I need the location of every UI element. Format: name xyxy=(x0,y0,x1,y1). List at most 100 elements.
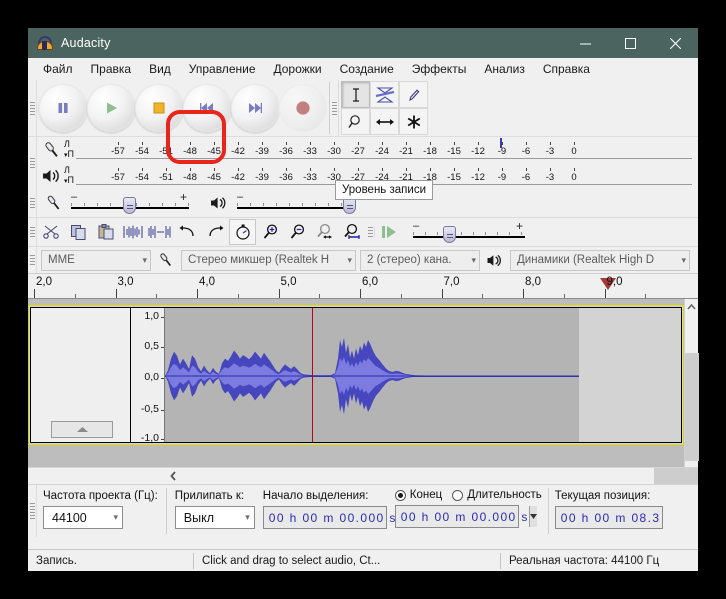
recording-device-combo[interactable]: Стерео микшер (Realtek H ▾ xyxy=(181,250,356,271)
playback-device-combo[interactable]: Динамики (Realtek High D ▾ xyxy=(510,250,690,271)
transport-toolbar-grip[interactable] xyxy=(28,80,37,136)
audio-position-value: 00 h 00 m 08.3 xyxy=(561,511,661,525)
fit-selection-button[interactable] xyxy=(311,219,338,245)
track-vertical-ruler: 1,00,50,0-0,5-1,0 xyxy=(131,308,165,442)
speaker-icon xyxy=(37,167,67,185)
play-button[interactable] xyxy=(87,84,135,132)
waveform-display[interactable] xyxy=(165,308,681,442)
edit-toolbar-grip[interactable] xyxy=(28,218,37,246)
recording-meter-grip[interactable] xyxy=(28,137,37,189)
recording-volume-slider[interactable]: – + xyxy=(71,192,189,214)
selection-end-field[interactable]: 00 h 00 m 00.000 s xyxy=(395,505,519,528)
snap-to-value: Выкл xyxy=(184,511,214,525)
toolbar-row-transport xyxy=(28,80,698,136)
window-controls xyxy=(563,28,698,58)
trim-audio-button[interactable] xyxy=(119,219,146,245)
record-button[interactable] xyxy=(279,84,327,132)
selection-end-value: 00 h 00 m 00.000 s xyxy=(401,510,529,524)
recording-channels-combo[interactable]: 2 (стерео) кана. ▾ xyxy=(360,250,480,271)
audio-host-combo[interactable]: MME ▾ xyxy=(41,250,151,271)
vertical-ruler-label: 0,0 xyxy=(144,371,159,383)
timeshift-tool[interactable] xyxy=(370,108,399,135)
vertical-scrollbar[interactable] xyxy=(684,299,698,467)
recording-volume-thumb[interactable] xyxy=(123,197,136,214)
chevron-down-icon: ▾ xyxy=(347,255,352,266)
play-at-speed-grip[interactable] xyxy=(366,227,375,237)
chevron-down-icon: ▾ xyxy=(142,255,147,266)
audio-position-field[interactable]: 00 h 00 m 08.3 xyxy=(555,506,663,529)
selection-toolbar-grip[interactable] xyxy=(28,485,37,537)
chevron-down-icon: ▾ xyxy=(113,512,118,523)
mixer-toolbar-grip[interactable] xyxy=(28,189,37,217)
silence-audio-button[interactable] xyxy=(146,219,173,245)
chevron-down-icon[interactable] xyxy=(529,506,537,527)
device-toolbar: MME ▾ Стерео микшер (Realtek H xyxy=(37,247,699,273)
skip-to-start-button[interactable] xyxy=(183,84,231,132)
end-radio-button[interactable] xyxy=(395,490,406,501)
recording-meter-toolbar[interactable]: Л ▾П -57-54-51-48-45-42-39-36-33-30-27-2… xyxy=(37,137,698,163)
microphone-icon xyxy=(153,251,179,269)
redo-button[interactable] xyxy=(201,219,228,245)
channel-labels-recording: Л ▾П xyxy=(64,140,74,160)
project-rate-combo[interactable]: 44100 ▾ xyxy=(43,506,123,529)
horizontal-scrollbar[interactable] xyxy=(28,467,698,484)
audio-position-group: Текущая позиция: 00 h 00 m 08.3 xyxy=(549,485,663,529)
horizontal-scroll-thumb[interactable] xyxy=(28,468,640,485)
undo-button[interactable] xyxy=(174,219,201,245)
scroll-up-button[interactable] xyxy=(685,299,698,315)
menu-item-generate[interactable]: Создание xyxy=(331,60,403,78)
project-rate-value: 44100 xyxy=(52,511,87,525)
minimize-button[interactable] xyxy=(563,28,608,58)
envelope-tool[interactable] xyxy=(370,81,399,108)
zoom-in-button[interactable] xyxy=(257,219,284,245)
pause-button[interactable] xyxy=(39,84,87,132)
draw-tool[interactable] xyxy=(399,81,428,108)
paste-button[interactable] xyxy=(92,219,119,245)
copy-button[interactable] xyxy=(65,219,92,245)
fit-project-button[interactable] xyxy=(338,219,365,245)
menu-item-view[interactable]: Вид xyxy=(140,60,180,78)
selection-tool[interactable] xyxy=(341,81,370,108)
playback-speed-thumb[interactable] xyxy=(443,226,456,243)
menu-item-analyze[interactable]: Анализ xyxy=(475,60,534,78)
stop-button[interactable] xyxy=(135,84,183,132)
device-toolbar-grip[interactable] xyxy=(28,247,37,273)
playback-speed-slider[interactable]: – + xyxy=(413,221,525,243)
toolbar-row-device: MME ▾ Стерео микшер (Realtek H xyxy=(28,247,698,273)
scroll-left-button[interactable] xyxy=(166,468,180,485)
snap-to-label: Прилипать к: xyxy=(175,490,255,502)
edit-cursor xyxy=(312,308,313,442)
menu-item-edit[interactable]: Правка xyxy=(82,60,141,78)
waveform-path xyxy=(165,308,579,442)
play-at-speed-button[interactable] xyxy=(375,219,407,245)
sync-lock-button[interactable] xyxy=(229,219,256,245)
length-radio-button[interactable] xyxy=(452,490,463,501)
multi-tool[interactable] xyxy=(399,108,428,135)
snap-to-combo[interactable]: Выкл ▾ xyxy=(175,506,255,529)
title-bar: Audacity xyxy=(28,28,698,58)
timeline-ruler[interactable]: 2,03,04,05,06,07,08,09,0 xyxy=(28,273,698,299)
zoom-tool[interactable] xyxy=(341,108,370,135)
close-button[interactable] xyxy=(653,28,698,58)
tools-toolbar-grip[interactable] xyxy=(330,80,339,136)
cut-button[interactable] xyxy=(37,219,64,245)
track-control-panel[interactable] xyxy=(31,308,131,442)
menu-item-help[interactable]: Справка xyxy=(534,60,599,78)
toolbar-row-edit: – + xyxy=(28,218,698,246)
track-collapse-button[interactable] xyxy=(51,421,113,438)
audacity-logo-icon xyxy=(37,35,53,51)
zoom-out-button[interactable] xyxy=(284,219,311,245)
tools-toolbar xyxy=(341,81,428,136)
vertical-scroll-thumb[interactable] xyxy=(685,353,699,461)
selection-start-field[interactable]: 00 h 00 m 00.000 s xyxy=(263,506,387,529)
selection-end-group: Конец Длительность 00 h 00 m 00.000 s xyxy=(387,485,542,528)
horizontal-scroll-track[interactable] xyxy=(654,468,698,485)
menu-item-transport[interactable]: Управление xyxy=(180,60,265,78)
skip-to-end-button[interactable] xyxy=(231,84,279,132)
speaker-icon xyxy=(482,253,508,268)
maximize-button[interactable] xyxy=(608,28,653,58)
menu-item-tracks[interactable]: Дорожки xyxy=(265,60,331,78)
menu-item-file[interactable]: Файл xyxy=(34,60,82,78)
menu-item-effects[interactable]: Эффекты xyxy=(403,60,476,78)
vertical-ruler-label: 1,0 xyxy=(144,310,159,322)
